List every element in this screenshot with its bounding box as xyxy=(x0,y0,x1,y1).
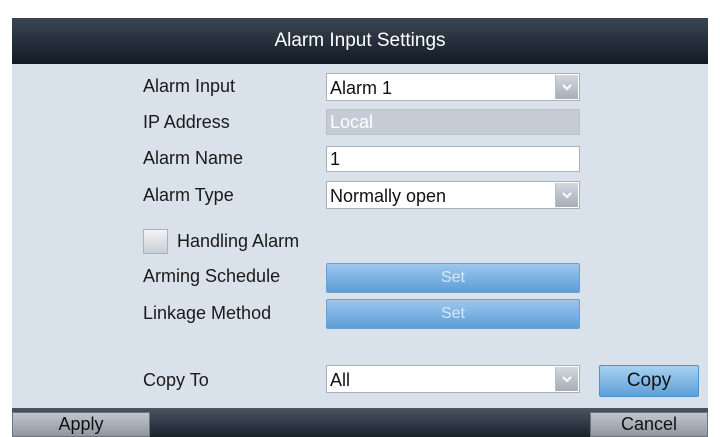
alarm-input-label: Alarm Input xyxy=(143,76,236,96)
apply-button-label: Apply xyxy=(58,414,104,434)
alarm-input-settings-dialog: Alarm Input Settings Alarm Input Alarm 1… xyxy=(12,18,708,437)
copy-to-label: Copy To xyxy=(143,370,209,390)
linkage-method-set-button[interactable]: Set xyxy=(326,299,580,329)
alarm-type-select[interactable]: Normally open xyxy=(326,181,580,209)
copy-to-value: All xyxy=(330,370,351,390)
copy-button[interactable]: Copy xyxy=(599,365,699,397)
handling-alarm-label: Handling Alarm xyxy=(177,231,300,251)
chevron-down-icon[interactable] xyxy=(555,183,578,207)
handling-alarm-checkbox[interactable] xyxy=(143,229,168,254)
copy-button-label: Copy xyxy=(626,370,672,391)
cancel-button[interactable]: Cancel xyxy=(590,412,708,437)
copy-to-select[interactable]: All xyxy=(326,365,580,393)
apply-button[interactable]: Apply xyxy=(12,412,150,437)
chevron-down-icon[interactable] xyxy=(555,367,578,391)
chevron-down-icon[interactable] xyxy=(555,75,578,99)
ip-address-label: IP Address xyxy=(143,112,230,132)
linkage-method-label: Linkage Method xyxy=(143,303,272,323)
dialog-title: Alarm Input Settings xyxy=(12,18,708,64)
alarm-input-select[interactable]: Alarm 1 xyxy=(326,73,580,101)
dialog-title-text: Alarm Input Settings xyxy=(274,30,446,51)
cancel-button-label: Cancel xyxy=(620,414,678,434)
arming-schedule-set-label: Set xyxy=(440,269,465,286)
alarm-name-field[interactable]: 1 xyxy=(326,146,580,172)
alarm-input-value: Alarm 1 xyxy=(330,78,393,98)
ip-address-field: Local xyxy=(326,109,580,135)
arming-schedule-set-button[interactable]: Set xyxy=(326,263,580,293)
alarm-name-label: Alarm Name xyxy=(143,148,244,168)
alarm-type-value: Normally open xyxy=(330,186,447,206)
linkage-method-set-label: Set xyxy=(440,305,465,322)
alarm-type-label: Alarm Type xyxy=(143,185,234,205)
arming-schedule-label: Arming Schedule xyxy=(143,266,281,286)
